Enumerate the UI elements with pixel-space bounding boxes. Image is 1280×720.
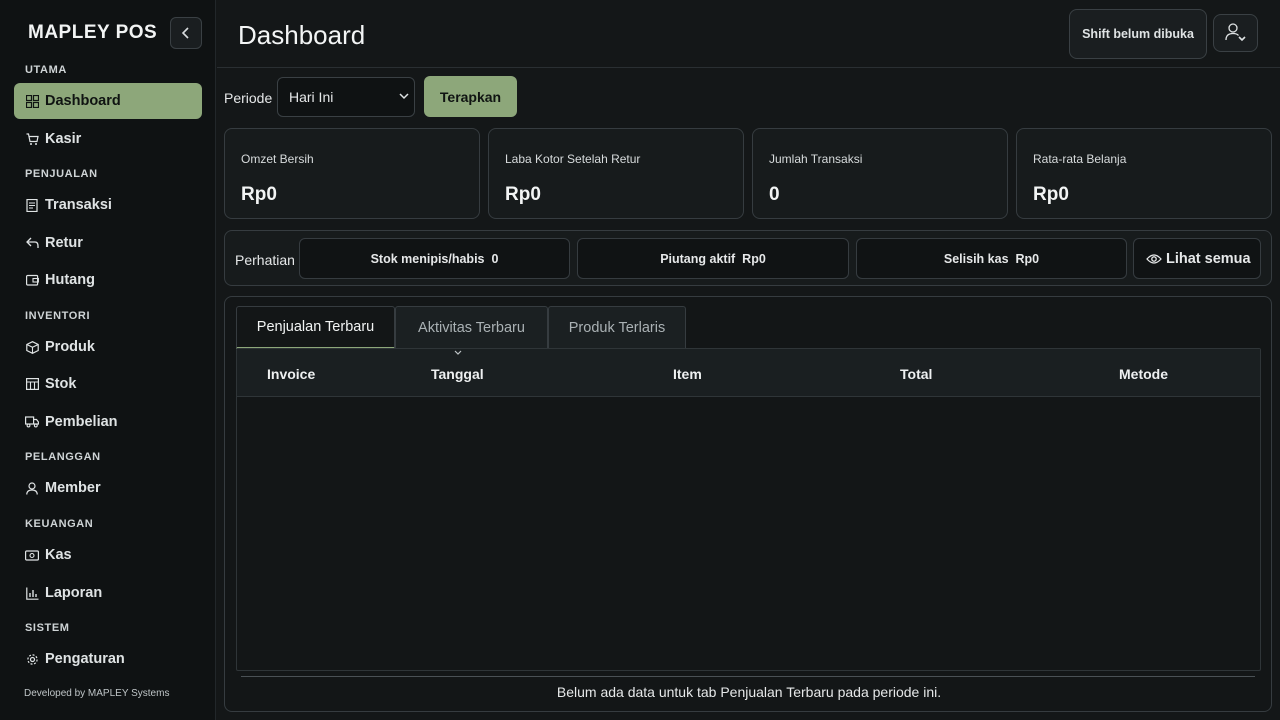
tab-aktivitas-terbaru[interactable]: Aktivitas Terbaru [395, 306, 548, 349]
user-icon [25, 481, 39, 495]
stat-label: Laba Kotor Setelah Retur [505, 152, 641, 166]
low-stock-alert[interactable]: Stok menipis/habis 0 [299, 238, 570, 279]
receivable-alert[interactable]: Piutang aktif Rp0 [577, 238, 849, 279]
recent-data-panel: Penjualan Terbaru Aktivitas Terbaru Prod… [224, 296, 1272, 712]
alert-label: Piutang aktif [660, 251, 736, 266]
user-dropdown-icon [1224, 23, 1246, 42]
section-label-keuangan: KEUANGAN [25, 518, 94, 530]
sidebar-item-transaksi[interactable]: Transaksi [14, 187, 202, 223]
sidebar: MAPLEY POS UTAMA Dashboard Kasir PENJUAL… [0, 0, 216, 720]
section-label-inventori: INVENTORI [25, 310, 91, 322]
alert-label: Stok menipis/habis [370, 251, 485, 266]
sidebar-item-label: Kasir [45, 131, 82, 147]
alert-value: Rp0 [742, 251, 766, 266]
page-title: Dashboard [238, 20, 366, 50]
stat-card-rata-rata: Rata-rata Belanja Rp0 [1016, 128, 1272, 219]
apply-button[interactable]: Terapkan [424, 76, 517, 117]
table-scrollbar[interactable] [241, 676, 1255, 677]
empty-state-message: Belum ada data untuk tab Penjualan Terba… [556, 684, 942, 700]
sidebar-item-label: Pengaturan [45, 651, 125, 667]
stat-value: Rp0 [505, 184, 541, 205]
box-icon [25, 340, 39, 354]
eye-icon [1146, 253, 1162, 265]
alert-value: 0 [491, 251, 499, 266]
stat-card-transaksi: Jumlah Transaksi 0 [752, 128, 1008, 219]
stat-value: Rp0 [241, 184, 277, 205]
sales-table: Invoice Tanggal Item Total Metode [236, 348, 1261, 671]
alert-value: Rp0 [1015, 251, 1040, 266]
sidebar-item-pembelian[interactable]: Pembelian [14, 404, 202, 440]
sidebar-item-label: Produk [45, 339, 95, 355]
cash-icon [25, 548, 39, 562]
column-header-metode[interactable]: Metode [1119, 366, 1168, 382]
chevron-left-icon [181, 27, 189, 39]
alert-label: Selisih kas [943, 251, 1009, 266]
stat-label: Rata-rata Belanja [1033, 152, 1127, 166]
sidebar-item-laporan[interactable]: Laporan [14, 575, 202, 611]
truck-icon [25, 415, 39, 429]
table-header: Invoice Tanggal Item Total Metode [237, 349, 1260, 397]
sidebar-collapse-button[interactable] [170, 17, 202, 49]
sidebar-item-label: Laporan [45, 585, 103, 601]
grid-icon [25, 94, 39, 108]
see-all-button[interactable]: Lihat semua [1133, 238, 1261, 279]
stat-label: Omzet Bersih [241, 152, 314, 166]
top-header: Dashboard Shift belum dibuka [217, 0, 1280, 68]
sidebar-item-kasir[interactable]: Kasir [14, 121, 202, 157]
gear-icon [25, 652, 39, 666]
footer-credit: Developed by MAPLEY Systems [24, 688, 170, 699]
receipt-icon [25, 198, 39, 212]
sidebar-item-label: Pembelian [45, 414, 118, 430]
cash-diff-alert[interactable]: Selisih kas Rp0 [856, 238, 1127, 279]
cart-icon [25, 132, 39, 146]
stat-value: 0 [769, 184, 780, 205]
period-selected-value: Hari Ini [289, 89, 334, 105]
table-icon [25, 377, 39, 391]
section-label-penjualan: PENJUALAN [25, 168, 98, 180]
sidebar-item-label: Kas [45, 547, 72, 563]
wallet-icon [25, 273, 39, 287]
sidebar-item-label: Stok [45, 376, 77, 392]
stat-card-laba: Laba Kotor Setelah Retur Rp0 [488, 128, 744, 219]
section-label-utama: UTAMA [25, 64, 67, 76]
sidebar-item-label: Transaksi [45, 197, 112, 213]
sidebar-item-label: Retur [45, 235, 83, 251]
bar-chart-icon [25, 586, 39, 600]
sidebar-item-stok[interactable]: Stok [14, 366, 202, 402]
period-select[interactable]: Hari Ini [277, 77, 415, 117]
brand-logo: MAPLEY POS [28, 22, 158, 43]
chevron-down-icon [399, 93, 409, 100]
sidebar-item-label: Hutang [45, 272, 95, 288]
column-header-total[interactable]: Total [900, 366, 932, 382]
column-header-item[interactable]: Item [673, 366, 702, 382]
tab-penjualan-terbaru[interactable]: Penjualan Terbaru [236, 306, 395, 349]
sidebar-item-pengaturan[interactable]: Pengaturan [14, 641, 202, 677]
shift-status-button[interactable]: Shift belum dibuka [1069, 9, 1207, 59]
tab-produk-terlaris[interactable]: Produk Terlaris [548, 306, 686, 349]
sidebar-item-member[interactable]: Member [14, 470, 202, 506]
sidebar-item-label: Member [45, 480, 101, 496]
column-header-invoice[interactable]: Invoice [267, 366, 315, 382]
stat-value: Rp0 [1033, 184, 1069, 205]
user-menu-button[interactable] [1213, 14, 1258, 52]
sort-caret-icon [454, 350, 462, 355]
sidebar-item-produk[interactable]: Produk [14, 329, 202, 365]
sidebar-item-hutang[interactable]: Hutang [14, 262, 202, 298]
section-label-pelanggan: PELANGGAN [25, 451, 101, 463]
sidebar-item-label: Dashboard [45, 93, 121, 109]
sidebar-item-retur[interactable]: Retur [14, 225, 202, 261]
stat-card-omzet: Omzet Bersih Rp0 [224, 128, 480, 219]
section-label-sistem: SISTEM [25, 622, 70, 634]
sidebar-item-dashboard[interactable]: Dashboard [14, 83, 202, 119]
column-header-tanggal[interactable]: Tanggal [431, 366, 484, 382]
see-all-label: Lihat semua [1166, 250, 1251, 267]
sidebar-item-kas[interactable]: Kas [14, 537, 202, 573]
attention-bar: Perhatian Stok menipis/habis 0 Piutang a… [224, 230, 1272, 286]
stat-label: Jumlah Transaksi [769, 152, 863, 166]
attention-label: Perhatian [235, 252, 295, 268]
return-arrow-icon [25, 236, 39, 250]
period-label: Periode [224, 90, 273, 106]
